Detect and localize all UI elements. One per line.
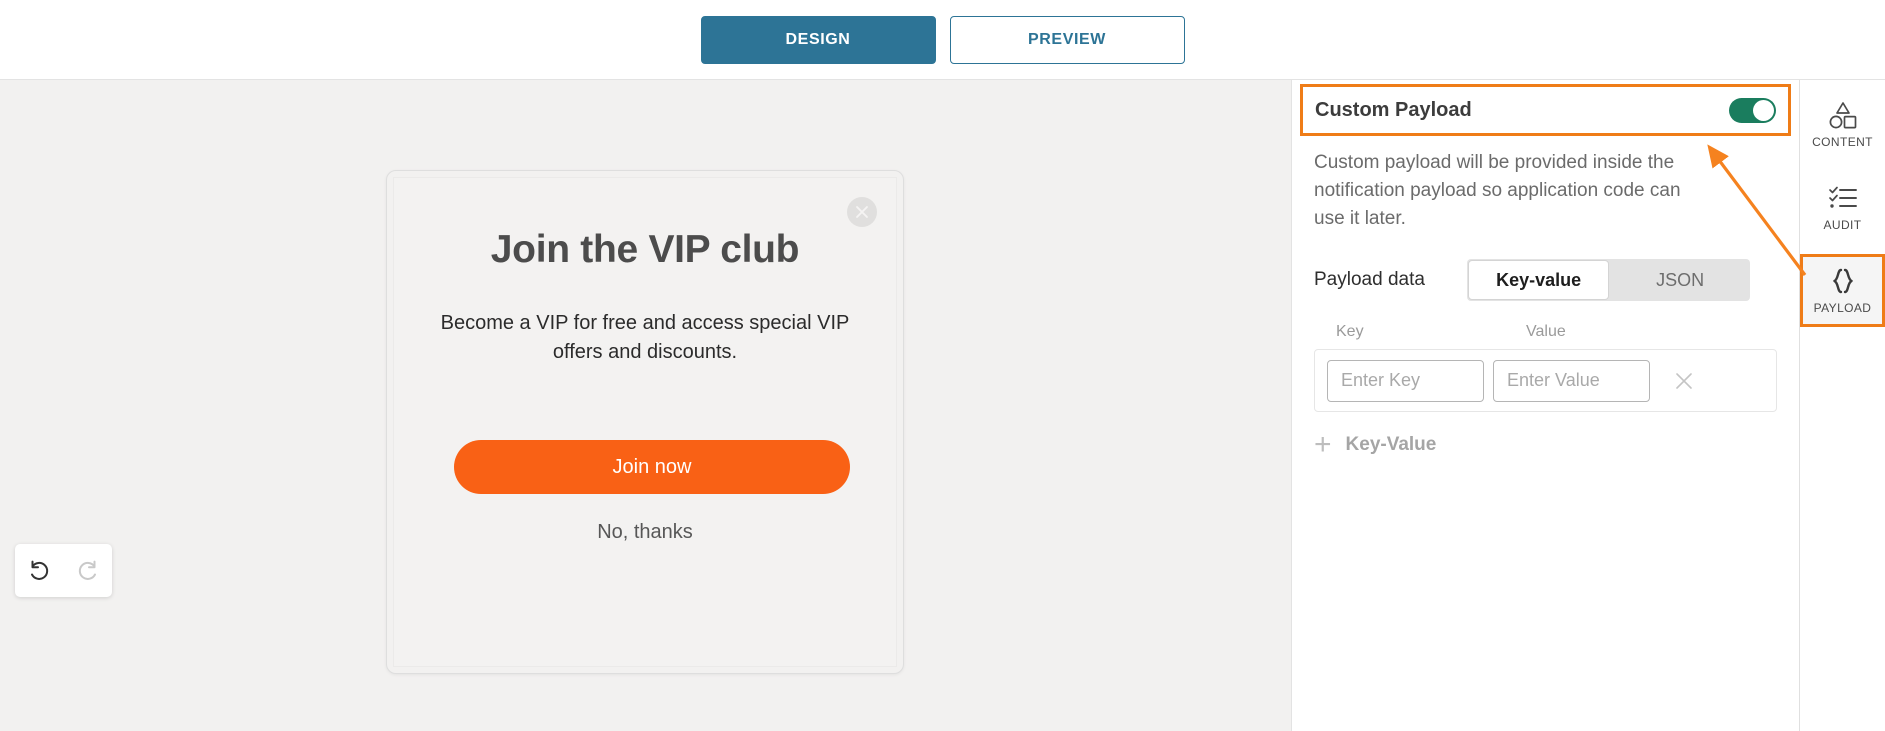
- add-key-value-label: Key-Value: [1345, 434, 1437, 455]
- redo-icon: [78, 560, 96, 580]
- tab-design-label: DESIGN: [785, 30, 851, 48]
- custom-payload-title: Custom Payload: [1315, 98, 1472, 121]
- rail-item-payload[interactable]: PAYLOAD: [1800, 254, 1885, 327]
- custom-payload-toggle[interactable]: [1729, 97, 1776, 123]
- kv-column-headers: Key Value: [1314, 323, 1777, 341]
- kv-value-input[interactable]: [1493, 359, 1650, 402]
- popup-cta-label: Join now: [612, 455, 692, 478]
- section-rail: CONTENT AUDIT PAYLOAD: [1800, 80, 1885, 731]
- checklist-icon: [1828, 186, 1857, 208]
- popup-decline-link[interactable]: No, thanks: [394, 521, 896, 544]
- tab-json[interactable]: JSON: [1610, 259, 1750, 301]
- undo-icon: [31, 560, 49, 580]
- undo-button[interactable]: [24, 556, 54, 586]
- popup-close-button[interactable]: [847, 197, 877, 227]
- plus-icon: +: [1314, 428, 1332, 461]
- tab-json-label: JSON: [1656, 269, 1705, 290]
- kv-header-value: Value: [1526, 323, 1566, 340]
- rail-item-content-label: CONTENT: [1812, 135, 1873, 149]
- app-root: DESIGN PREVIEW Join the VIP club Become …: [0, 0, 1885, 731]
- popup-preview-frame[interactable]: Join the VIP club Become a VIP for free …: [386, 170, 904, 674]
- custom-payload-header: Custom Payload: [1300, 84, 1791, 136]
- tab-design[interactable]: DESIGN: [700, 15, 936, 64]
- redo-button[interactable]: [73, 556, 103, 586]
- payload-properties-panel: Custom Payload Custom payload will be pr…: [1292, 80, 1800, 731]
- history-toolbar: [15, 544, 112, 597]
- toggle-knob: [1753, 99, 1774, 121]
- kv-header-key: Key: [1336, 323, 1364, 340]
- tab-key-value[interactable]: Key-value: [1467, 260, 1610, 300]
- rail-item-audit-label: AUDIT: [1823, 218, 1862, 232]
- kv-remove-button[interactable]: [1672, 369, 1696, 393]
- shapes-icon: [1829, 102, 1856, 129]
- kv-row: [1314, 349, 1777, 412]
- braces-icon: [1832, 268, 1853, 294]
- custom-payload-description: Custom payload will be provided inside t…: [1314, 152, 1681, 229]
- add-key-value-button[interactable]: + Key-Value: [1314, 430, 1777, 460]
- design-canvas[interactable]: Join the VIP club Become a VIP for free …: [0, 80, 1292, 731]
- payload-format-tabs: Key-value JSON: [1466, 259, 1750, 301]
- popup-preview: Join the VIP club Become a VIP for free …: [393, 177, 897, 667]
- popup-title: Join the VIP club: [490, 228, 800, 271]
- close-icon: [856, 206, 868, 218]
- tab-preview-label: PREVIEW: [1028, 30, 1106, 48]
- rail-item-content[interactable]: CONTENT: [1800, 88, 1885, 161]
- close-icon: [1676, 372, 1692, 389]
- tab-preview[interactable]: PREVIEW: [949, 15, 1185, 64]
- kv-key-input[interactable]: [1327, 359, 1484, 402]
- rail-item-audit[interactable]: AUDIT: [1800, 171, 1885, 244]
- mode-tab-group: DESIGN PREVIEW: [700, 15, 1185, 64]
- tab-key-value-label: Key-value: [1496, 269, 1582, 290]
- top-header: DESIGN PREVIEW: [0, 0, 1885, 80]
- payload-data-row: Payload data Key-value JSON: [1314, 259, 1777, 301]
- popup-cta-button[interactable]: Join now: [454, 440, 850, 494]
- popup-decline-label: No, thanks: [597, 521, 693, 543]
- popup-subtitle: Become a VIP for free and access special…: [440, 312, 850, 363]
- payload-data-label: Payload data: [1314, 269, 1425, 290]
- rail-item-payload-label: PAYLOAD: [1813, 301, 1872, 315]
